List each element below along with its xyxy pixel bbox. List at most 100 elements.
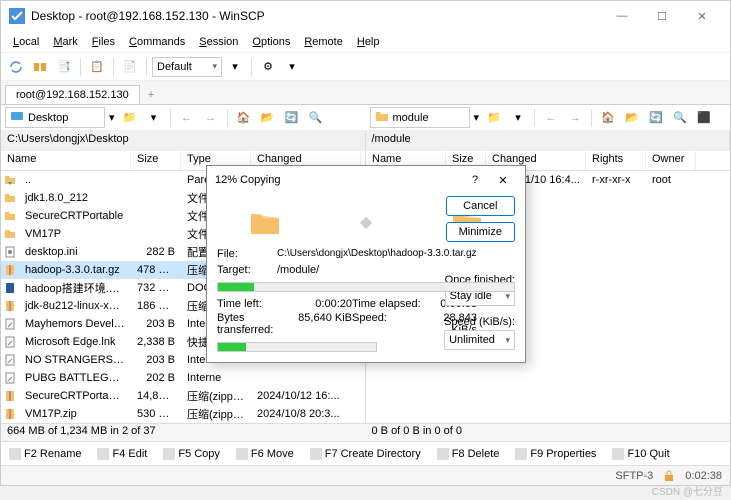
toolbar-dropdown2-icon[interactable]: ▾ — [281, 56, 303, 78]
dialog-close-button[interactable]: ✕ — [489, 168, 517, 192]
file-changed — [251, 377, 361, 379]
file-name: SecureCRTPortable(... — [19, 389, 131, 403]
fn-quit[interactable]: F10 Quit — [608, 446, 673, 462]
file-changed: 2024/10/12 16:... — [251, 389, 361, 403]
file-size: 530 MiB — [131, 407, 181, 421]
menu-commands[interactable]: Commands — [123, 34, 191, 50]
cancel-button[interactable]: Cancel — [446, 196, 515, 216]
maximize-button[interactable]: ☐ — [642, 2, 682, 30]
target-label: Target: — [217, 264, 277, 276]
dialog-help-button[interactable]: ? — [461, 168, 489, 192]
remote-home-icon[interactable]: 🏠 — [597, 107, 619, 129]
folder-icon — [375, 109, 389, 126]
remote-terminal-icon[interactable]: ⬛ — [693, 107, 715, 129]
file-icon — [1, 263, 19, 277]
remote-prev-icon[interactable]: ← — [540, 107, 562, 129]
file-row[interactable]: VM17P.zip530 MiB压缩(zipped)...2024/10/8 2… — [1, 405, 365, 423]
compare-icon[interactable] — [29, 56, 51, 78]
file-type: 压缩(zipped)... — [181, 405, 251, 423]
local-back-icon[interactable]: 📁 — [119, 107, 141, 129]
bytes-value: 85,640 KiB — [297, 312, 352, 336]
local-next-icon[interactable]: → — [200, 107, 222, 129]
local-prev-icon[interactable]: ← — [176, 107, 198, 129]
file-name: jdk1.8.0_212 — [19, 191, 131, 205]
file-icon — [1, 173, 19, 187]
speed-limit-combo[interactable]: Unlimited — [444, 330, 515, 350]
remote-col-rights[interactable]: Rights — [586, 151, 646, 170]
lock-icon — [663, 470, 675, 482]
desktop-icon — [10, 109, 24, 126]
toolbar-more-icon[interactable]: ⚙ — [257, 56, 279, 78]
file-progress-bar — [217, 282, 515, 292]
remote-back-icon[interactable]: 📁 — [483, 107, 505, 129]
local-find-icon[interactable]: 🔍 — [305, 107, 327, 129]
file-owner: root — [646, 173, 696, 187]
file-row[interactable]: PUBG BATTLEGRO...202 BInterne — [1, 369, 365, 387]
timeleft-value: 0:00:20 — [297, 298, 352, 310]
menu-options[interactable]: Options — [246, 34, 296, 50]
transfer-queue-icon[interactable]: 📋 — [86, 56, 108, 78]
file-name: desktop.ini — [19, 245, 131, 259]
menu-files[interactable]: Files — [86, 34, 121, 50]
menu-remote[interactable]: Remote — [298, 34, 349, 50]
new-session-icon[interactable]: 📄 — [119, 56, 141, 78]
remote-refresh-icon[interactable]: 🔄 — [645, 107, 667, 129]
file-size: 14,861 ... — [131, 389, 181, 403]
local-refresh-icon[interactable]: 🔄 — [281, 107, 303, 129]
file-size — [131, 179, 181, 181]
remote-status: 0 B of 0 B in 0 of 0 — [366, 424, 731, 441]
remote-col-owner[interactable]: Owner — [646, 151, 696, 170]
fn-properties[interactable]: F9 Properties — [511, 446, 600, 462]
toolbar-dropdown-icon[interactable]: ▾ — [224, 56, 246, 78]
file-icon — [1, 407, 19, 421]
file-name: SecureCRTPortable — [19, 209, 131, 223]
file-name: VM17P.zip — [19, 407, 131, 421]
local-col-size[interactable]: Size — [131, 151, 181, 170]
menu-session[interactable]: Session — [193, 34, 244, 50]
local-drop-icon[interactable]: ▾ — [143, 107, 165, 129]
file-rights: r-xr-xr-x — [586, 173, 646, 187]
remote-drop-icon[interactable]: ▾ — [507, 107, 529, 129]
file-name: PUBG BATTLEGRO... — [19, 371, 131, 385]
remote-find-icon[interactable]: 🔍 — [669, 107, 691, 129]
local-root-icon[interactable]: 📂 — [257, 107, 279, 129]
menu-mark[interactable]: Mark — [47, 34, 83, 50]
menu-help[interactable]: Help — [351, 34, 386, 50]
remote-next-icon[interactable]: → — [564, 107, 586, 129]
remote-root-icon[interactable]: 📂 — [621, 107, 643, 129]
window-title: Desktop - root@192.168.152.130 - WinSCP — [31, 9, 602, 23]
sync-browse-icon[interactable]: 📑 — [53, 56, 75, 78]
file-name: hadoop-3.3.0.tar.gz — [19, 263, 131, 277]
file-label: File: — [217, 248, 277, 260]
file-icon — [1, 353, 19, 367]
fn-rename[interactable]: F2 Rename — [5, 446, 85, 462]
local-col-name[interactable]: Name — [1, 151, 131, 170]
local-up-icon[interactable]: 🏠 — [233, 107, 255, 129]
file-row[interactable]: SecureCRTPortable(...14,861 ...压缩(zipped… — [1, 387, 365, 405]
transfer-settings-combo[interactable]: Default — [152, 57, 222, 77]
file-name: .. — [19, 173, 131, 187]
sync-icon[interactable] — [5, 56, 27, 78]
close-button[interactable]: ✕ — [682, 2, 722, 30]
fn-move[interactable]: F6 Move — [232, 446, 298, 462]
timeleft-label: Time left: — [217, 298, 297, 310]
dialog-title: 12% Copying — [215, 174, 280, 186]
minimize-dialog-button[interactable]: Minimize — [446, 222, 515, 242]
file-size: 732 KiB — [131, 281, 181, 295]
new-tab-button[interactable]: + — [140, 86, 162, 104]
fn-delete[interactable]: F8 Delete — [433, 446, 504, 462]
selection-status: 664 MB of 1,234 MB in 2 of 37 0 B of 0 B… — [1, 423, 730, 441]
file-changed: 2024/10/8 20:3... — [251, 407, 361, 421]
menu-local[interactable]: Local — [7, 34, 45, 50]
file-name: hadoop搭建环境.do... — [19, 279, 131, 297]
local-location-combo[interactable]: Desktop — [5, 107, 105, 128]
file-name: Mayhemors Develop... — [19, 317, 131, 331]
file-name: VM17P — [19, 227, 131, 241]
fn-edit[interactable]: F4 Edit — [93, 446, 151, 462]
main-toolbar: 📑 📋 📄 Default ▾ ⚙ ▾ — [1, 53, 730, 81]
remote-location-combo[interactable]: module — [370, 107, 470, 128]
fn-create-directory[interactable]: F7 Create Directory — [306, 446, 425, 462]
minimize-button[interactable]: — — [602, 2, 642, 30]
fn-copy[interactable]: F5 Copy — [159, 446, 224, 462]
session-tab[interactable]: root@192.168.152.130 — [5, 85, 140, 104]
